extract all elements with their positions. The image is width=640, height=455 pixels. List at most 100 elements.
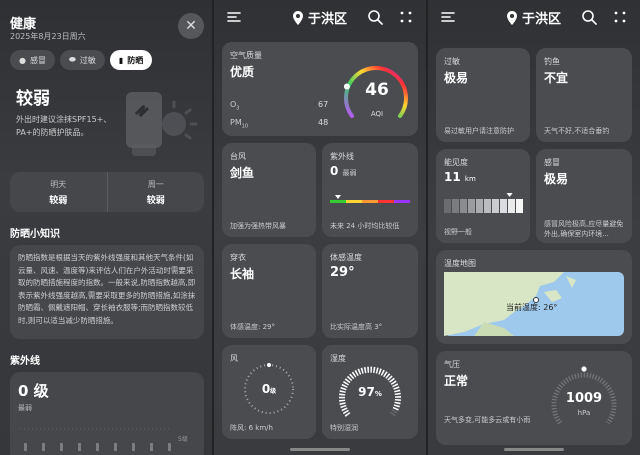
chip-allergy[interactable]: ⬬ 过敏 xyxy=(59,50,105,70)
search-icon xyxy=(368,10,383,25)
visibility-card[interactable]: 能见度 11 km 视野一般 xyxy=(436,149,530,243)
card-foot: 感冒风险极高,应尽量避免外出,确保室内环境... xyxy=(544,220,624,238)
humidity-card[interactable]: 湿度 97% 特别湿润 xyxy=(322,345,418,439)
uv-card: 0 级 最弱 5级 xyxy=(10,372,204,455)
forecast-day: 明天 xyxy=(50,179,67,189)
wind-unit: 级 xyxy=(270,388,277,395)
humidity-value: 97 xyxy=(358,385,375,399)
forecast-value: 较弱 xyxy=(146,195,165,206)
card-foot: 比实际温度高 3° xyxy=(330,323,383,331)
visibility-value: 11 xyxy=(444,170,461,184)
pm-label: PM xyxy=(230,118,242,127)
health-screen: 健康 2025年8月23日周六 ✕ ● 感冒 ⬬ 过敏 ▮ 防晒 较弱 外出时建… xyxy=(0,0,212,455)
more-button[interactable] xyxy=(399,10,413,24)
pm10-row: PM10 xyxy=(230,118,248,130)
card-label: 紫外线 xyxy=(330,152,354,161)
search-icon xyxy=(582,10,597,25)
uv-level: 最弱 xyxy=(18,404,32,412)
pressure-value: 1009 xyxy=(565,391,603,406)
knowledge-title: 防晒小知识 xyxy=(10,229,60,240)
map-current-temp: 当前温度: 26° xyxy=(506,303,558,312)
typhoon-card[interactable]: 台风 剑鱼 加强为强热带风暴 xyxy=(222,143,316,237)
wind-value: 0 xyxy=(261,382,271,396)
weather-screen-1: 于洪区 空气质量 优质 O3 67 PM10 48 46 AQI 台风 剑鱼 加… xyxy=(214,0,426,455)
search-button[interactable] xyxy=(581,9,597,25)
more-button[interactable] xyxy=(613,10,627,24)
wind-value-row: 0级 xyxy=(241,382,297,396)
allergy-card[interactable]: 过敏 极易 易过敏用户请注意防护 xyxy=(436,48,530,142)
forecast-tomorrow: 明天 较弱 xyxy=(10,172,107,212)
visibility-indicator xyxy=(506,193,513,197)
location-name: 于洪区 xyxy=(307,12,347,27)
card-label: 体感温度 xyxy=(330,253,362,262)
chip-label: 防晒 xyxy=(127,55,144,65)
uv-level: 最弱 xyxy=(342,169,357,177)
humidity-value-row: 97% xyxy=(338,385,402,399)
o3-row: O3 xyxy=(230,100,239,112)
scroll-indicator xyxy=(504,448,564,451)
forecast-day: 周一 xyxy=(147,179,164,189)
humidity-unit: % xyxy=(374,390,382,398)
chip-label: 过敏 xyxy=(79,55,96,65)
close-button[interactable]: ✕ xyxy=(178,13,204,39)
feels-like-card[interactable]: 体感温度 29° 比实际温度高 3° xyxy=(322,244,418,338)
uv-hourly-chart xyxy=(20,428,171,451)
card-foot: 天气多变,可能多云或有小雨 xyxy=(444,416,531,424)
uv-section-title: 紫外线 xyxy=(10,356,40,367)
card-label: 风 xyxy=(230,354,238,363)
page-title: 健康 xyxy=(10,17,37,32)
card-label: 台风 xyxy=(230,152,246,161)
knowledge-card: 防晒指数是根据当天的紫外线强度和其他天气条件(如云量、风速、温度等)来评估人们在… xyxy=(10,245,204,339)
card-label: 穿衣 xyxy=(230,253,246,262)
pressure-card[interactable]: 气压 正常 1009 hPa 天气多变,可能多云或有小雨 xyxy=(436,351,632,445)
card-foot: 阵风: 6 km/h xyxy=(230,424,273,432)
uv-scale-bar xyxy=(330,195,410,203)
forecast-monday: 周一 较弱 xyxy=(106,172,205,212)
sunscreen-bottle-icon xyxy=(126,92,198,156)
location-title[interactable]: 于洪区 xyxy=(214,8,426,27)
card-foot: 未来 24 小时均比较低 xyxy=(330,222,400,230)
chip-cold[interactable]: ● 感冒 xyxy=(10,50,55,70)
chip-sunscreen[interactable]: ▮ 防晒 xyxy=(109,50,153,70)
card-foot: 天气不好,不适合垂钓 xyxy=(544,127,610,135)
card-label: 气压 xyxy=(444,360,460,369)
card-value: 29° xyxy=(330,265,355,280)
uv-indicator xyxy=(335,195,341,199)
search-button[interactable] xyxy=(367,9,383,25)
o3-sub: 3 xyxy=(236,105,240,112)
card-foot: 视野一般 xyxy=(444,228,472,236)
card-label: 能见度 xyxy=(444,158,468,167)
visibility-value-row: 11 km xyxy=(444,170,476,184)
uv-value: 0 xyxy=(330,164,339,178)
temperature-map-card[interactable]: 温度地图 当前温度: 26° xyxy=(436,250,632,344)
air-quality-card[interactable]: 空气质量 优质 O3 67 PM10 48 46 AQI xyxy=(222,42,418,136)
card-state: 优质 xyxy=(230,65,255,79)
location-name: 于洪区 xyxy=(521,12,561,27)
card-foot: 体感温度: 29° xyxy=(230,323,275,331)
dressing-card[interactable]: 穿衣 长袖 体感温度: 29° xyxy=(222,244,316,338)
location-pin-icon xyxy=(292,10,303,25)
wind-card[interactable]: 风 0级 阵风: 6 km/h xyxy=(222,345,316,439)
more-dots-icon xyxy=(614,11,626,23)
o3-value: 67 xyxy=(318,100,329,109)
chip-label: 感冒 xyxy=(29,55,46,65)
cold-card[interactable]: 感冒 极易 感冒风险极高,应尽量避免外出,确保室内环境... xyxy=(536,149,632,243)
sunscreen-state: 较弱 xyxy=(16,89,50,109)
visibility-unit: km xyxy=(464,175,476,183)
card-foot: 加强为强热带风暴 xyxy=(230,222,286,230)
card-foot: 易过敏用户请注意防护 xyxy=(444,127,514,135)
card-label: 感冒 xyxy=(544,158,560,167)
fishing-card[interactable]: 钓鱼 不宜 天气不好,不适合垂钓 xyxy=(536,48,632,142)
sunscreen-advice: 外出时建议涂抹SPF15+、PA+的防晒护肤品。 xyxy=(16,115,112,137)
more-dots-icon xyxy=(400,11,412,23)
forecast-value: 较弱 xyxy=(49,195,68,206)
aqi-indicator xyxy=(343,83,350,90)
location-title[interactable]: 于洪区 xyxy=(428,8,640,27)
card-foot: 特别湿润 xyxy=(330,424,358,432)
uv-card[interactable]: 紫外线 0 最弱 未来 24 小时均比较低 xyxy=(322,143,418,237)
card-label: 过敏 xyxy=(444,57,460,66)
card-state: 不宜 xyxy=(544,71,569,85)
visibility-bar xyxy=(444,193,523,213)
location-pin-icon xyxy=(506,10,517,25)
scroll-indicator xyxy=(290,448,350,451)
